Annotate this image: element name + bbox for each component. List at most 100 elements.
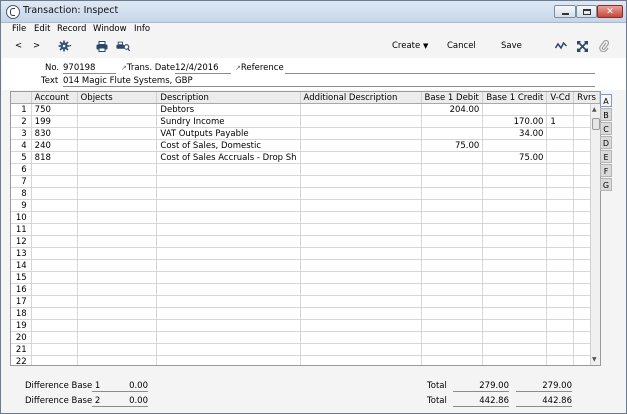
- base1-credit-cell[interactable]: [482, 283, 548, 296]
- vcd-cell[interactable]: [546, 307, 575, 320]
- additional-description-cell[interactable]: [300, 103, 422, 116]
- minimize-button[interactable]: [554, 5, 576, 18]
- vcd-cell[interactable]: [546, 247, 575, 260]
- additional-description-cell[interactable]: [300, 199, 422, 212]
- col-base1-debit-header[interactable]: Base 1 Debit: [421, 92, 484, 104]
- objects-cell[interactable]: [77, 259, 158, 272]
- base1-debit-cell[interactable]: [421, 187, 484, 200]
- text-field[interactable]: 014 Magic Flute Systems, GBP: [63, 76, 595, 87]
- gear-icon[interactable]: [58, 40, 72, 52]
- objects-cell[interactable]: [77, 127, 158, 140]
- description-cell[interactable]: [156, 331, 301, 344]
- description-cell[interactable]: [156, 307, 301, 320]
- description-cell[interactable]: [156, 163, 301, 176]
- base1-credit-cell[interactable]: [482, 355, 548, 365]
- col-vcd-header[interactable]: V-Cd: [546, 92, 575, 104]
- reference-field[interactable]: [285, 63, 595, 74]
- base1-debit-cell[interactable]: [421, 343, 484, 356]
- base1-credit-cell[interactable]: [482, 139, 548, 152]
- base1-credit-cell[interactable]: [482, 343, 548, 356]
- save-button[interactable]: Save: [501, 41, 522, 51]
- vcd-cell[interactable]: [546, 199, 575, 212]
- account-cell[interactable]: 830: [31, 127, 78, 140]
- base1-credit-cell[interactable]: [482, 175, 548, 188]
- base1-debit-cell[interactable]: [421, 127, 484, 140]
- account-cell[interactable]: [31, 163, 78, 176]
- base1-debit-cell[interactable]: [421, 199, 484, 212]
- account-cell[interactable]: [31, 319, 78, 332]
- additional-description-cell[interactable]: [300, 163, 422, 176]
- base1-debit-cell[interactable]: [421, 163, 484, 176]
- description-cell[interactable]: Cost of Sales Accruals - Drop Sh: [156, 151, 301, 164]
- vcd-cell[interactable]: [546, 127, 575, 140]
- table-row[interactable]: 5 818 Cost of Sales Accruals - Drop Sh 75.0…: [11, 151, 600, 164]
- objects-cell[interactable]: [77, 163, 158, 176]
- additional-description-cell[interactable]: [300, 283, 422, 296]
- account-cell[interactable]: 750: [31, 103, 78, 116]
- activity-icon[interactable]: [554, 40, 568, 52]
- vcd-cell[interactable]: [546, 211, 575, 224]
- base1-debit-cell[interactable]: [421, 235, 484, 248]
- base1-credit-cell[interactable]: [482, 187, 548, 200]
- additional-description-cell[interactable]: [300, 151, 422, 164]
- scrollbar-thumb[interactable]: [592, 118, 600, 130]
- base1-debit-cell[interactable]: 75.00: [421, 139, 484, 152]
- account-cell[interactable]: 240: [31, 139, 78, 152]
- vcd-cell[interactable]: [546, 355, 575, 365]
- vcd-cell[interactable]: [546, 175, 575, 188]
- base1-credit-cell[interactable]: [482, 103, 548, 116]
- objects-cell[interactable]: [77, 235, 158, 248]
- vcd-cell[interactable]: [546, 283, 575, 296]
- base1-credit-cell[interactable]: [482, 331, 548, 344]
- cancel-button[interactable]: Cancel: [447, 41, 476, 51]
- table-row[interactable]: 14: [11, 259, 600, 272]
- base1-debit-cell[interactable]: [421, 247, 484, 260]
- menu-record[interactable]: Record: [57, 24, 86, 34]
- col-rvrs-header[interactable]: Rvrs: [573, 92, 600, 104]
- vcd-cell[interactable]: [546, 139, 575, 152]
- description-cell[interactable]: [156, 247, 301, 260]
- table-row[interactable]: 8: [11, 187, 600, 200]
- base1-debit-cell[interactable]: [421, 271, 484, 284]
- tab-e[interactable]: E: [600, 150, 612, 163]
- col-base1-credit-header[interactable]: Base 1 Credit: [482, 92, 548, 104]
- description-cell[interactable]: [156, 271, 301, 284]
- description-cell[interactable]: [156, 343, 301, 356]
- menu-info[interactable]: Info: [134, 24, 150, 34]
- account-cell[interactable]: [31, 259, 78, 272]
- objects-cell[interactable]: [77, 271, 158, 284]
- additional-description-cell[interactable]: [300, 355, 422, 365]
- table-row[interactable]: 22: [11, 355, 600, 365]
- base1-credit-cell[interactable]: [482, 307, 548, 320]
- menu-edit[interactable]: Edit: [34, 24, 50, 34]
- description-cell[interactable]: VAT Outputs Payable: [156, 127, 301, 140]
- description-cell[interactable]: [156, 199, 301, 212]
- base1-credit-cell[interactable]: [482, 319, 548, 332]
- base1-credit-cell[interactable]: [482, 199, 548, 212]
- description-cell[interactable]: Cost of Sales, Domestic: [156, 139, 301, 152]
- vcd-cell[interactable]: [546, 103, 575, 116]
- base1-debit-cell[interactable]: [421, 355, 484, 365]
- additional-description-cell[interactable]: [300, 319, 422, 332]
- scroll-up-icon[interactable]: ▲: [592, 106, 597, 113]
- table-row[interactable]: 13: [11, 247, 600, 260]
- table-row[interactable]: 3 830 VAT Outputs Payable 34.00: [11, 127, 600, 140]
- additional-description-cell[interactable]: [300, 139, 422, 152]
- vcd-cell[interactable]: [546, 163, 575, 176]
- description-cell[interactable]: [156, 259, 301, 272]
- title-bar[interactable]: Transaction: Inspect ✕: [1, 1, 626, 23]
- description-cell[interactable]: Sundry Income: [156, 115, 301, 128]
- no-field[interactable]: 970198: [63, 63, 116, 74]
- table-row[interactable]: 9: [11, 199, 600, 212]
- objects-cell[interactable]: [77, 115, 158, 128]
- additional-description-cell[interactable]: [300, 235, 422, 248]
- base1-credit-cell[interactable]: [482, 247, 548, 260]
- base1-credit-cell[interactable]: 34.00: [482, 127, 548, 140]
- base1-credit-cell[interactable]: [482, 163, 548, 176]
- vcd-cell[interactable]: [546, 319, 575, 332]
- attachment-icon[interactable]: [597, 40, 611, 52]
- next-record-button[interactable]: >: [33, 41, 40, 51]
- base1-debit-cell[interactable]: [421, 175, 484, 188]
- description-cell[interactable]: [156, 295, 301, 308]
- objects-cell[interactable]: [77, 139, 158, 152]
